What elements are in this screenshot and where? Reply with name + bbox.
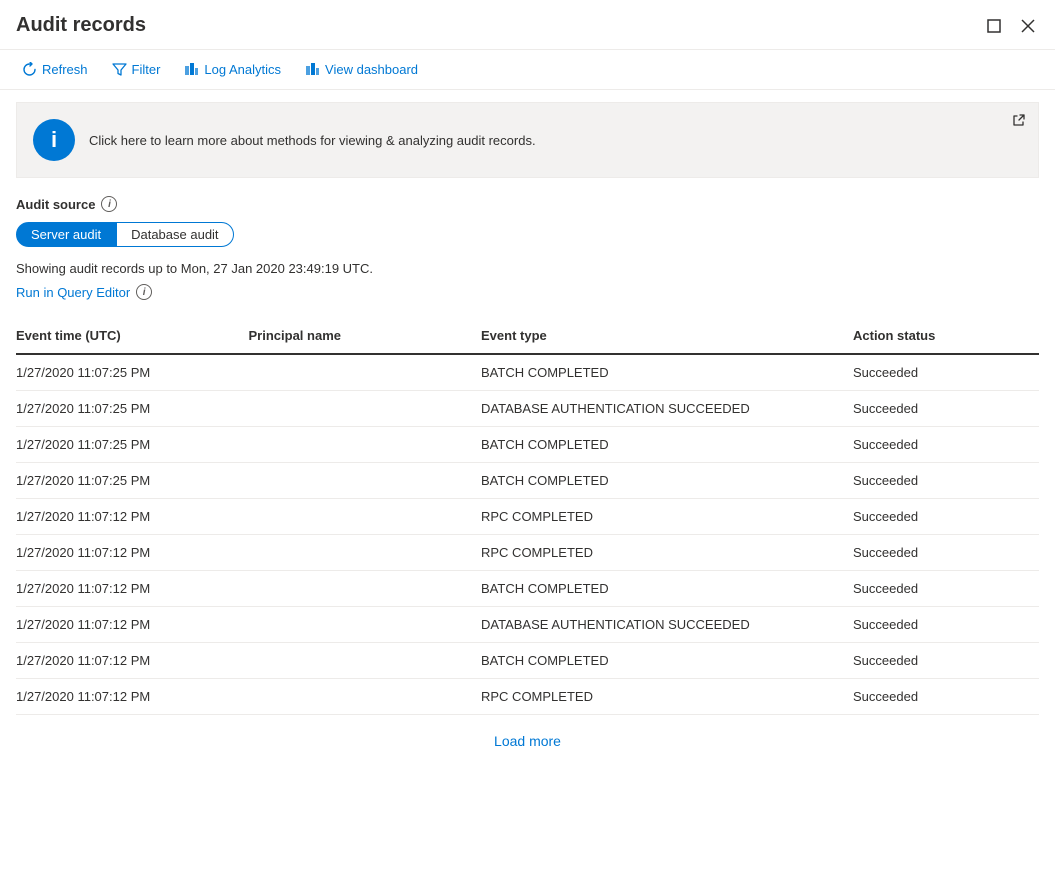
- cell-event-time: 1/27/2020 11:07:25 PM: [16, 463, 249, 499]
- table-header: Event time (UTC) Principal name Event ty…: [16, 320, 1039, 354]
- table-body: 1/27/2020 11:07:25 PM BATCH COMPLETED Su…: [16, 354, 1039, 715]
- cell-event-type: BATCH COMPLETED: [481, 571, 853, 607]
- filter-label: Filter: [132, 62, 161, 77]
- cell-principal: [249, 463, 482, 499]
- log-analytics-button[interactable]: Log Analytics: [174, 56, 291, 83]
- filter-button[interactable]: Filter: [102, 56, 171, 83]
- cell-action-status: Succeeded: [853, 427, 1039, 463]
- cell-event-time: 1/27/2020 11:07:12 PM: [16, 679, 249, 715]
- header-event-type: Event type: [481, 320, 853, 354]
- cell-event-time: 1/27/2020 11:07:12 PM: [16, 499, 249, 535]
- cell-event-type: BATCH COMPLETED: [481, 643, 853, 679]
- audit-source-label: Audit source i: [16, 196, 1039, 212]
- cell-event-time: 1/27/2020 11:07:12 PM: [16, 571, 249, 607]
- cell-event-type: BATCH COMPLETED: [481, 463, 853, 499]
- title-bar: Audit records: [0, 0, 1055, 50]
- cell-action-status: Succeeded: [853, 391, 1039, 427]
- cell-event-time: 1/27/2020 11:07:12 PM: [16, 607, 249, 643]
- cell-principal: [249, 607, 482, 643]
- table-row[interactable]: 1/27/2020 11:07:12 PM RPC COMPLETED Succ…: [16, 499, 1039, 535]
- table-row[interactable]: 1/27/2020 11:07:12 PM BATCH COMPLETED Su…: [16, 571, 1039, 607]
- cell-principal: [249, 535, 482, 571]
- cell-event-type: BATCH COMPLETED: [481, 427, 853, 463]
- header-action-status: Action status: [853, 320, 1039, 354]
- load-more-button[interactable]: Load more: [494, 733, 561, 749]
- showing-text: Showing audit records up to Mon, 27 Jan …: [16, 261, 1039, 276]
- log-analytics-icon: [184, 62, 199, 77]
- table-row[interactable]: 1/27/2020 11:07:25 PM BATCH COMPLETED Su…: [16, 427, 1039, 463]
- cell-event-type: BATCH COMPLETED: [481, 354, 853, 391]
- info-banner[interactable]: i Click here to learn more about methods…: [16, 102, 1039, 178]
- header-principal-name: Principal name: [249, 320, 482, 354]
- run-query-editor-link[interactable]: Run in Query Editor i: [16, 284, 1039, 300]
- cell-action-status: Succeeded: [853, 571, 1039, 607]
- cell-principal: [249, 499, 482, 535]
- table-row[interactable]: 1/27/2020 11:07:25 PM BATCH COMPLETED Su…: [16, 354, 1039, 391]
- cell-principal: [249, 571, 482, 607]
- maximize-button[interactable]: [983, 17, 1005, 35]
- cell-action-status: Succeeded: [853, 499, 1039, 535]
- table-row[interactable]: 1/27/2020 11:07:12 PM RPC COMPLETED Succ…: [16, 535, 1039, 571]
- header-event-time: Event time (UTC): [16, 320, 249, 354]
- close-button[interactable]: [1017, 17, 1039, 35]
- cell-action-status: Succeeded: [853, 643, 1039, 679]
- cell-event-time: 1/27/2020 11:07:12 PM: [16, 535, 249, 571]
- cell-event-type: DATABASE AUTHENTICATION SUCCEEDED: [481, 391, 853, 427]
- cell-principal: [249, 679, 482, 715]
- toolbar: Refresh Filter Log Analytics Vie: [0, 50, 1055, 90]
- main-content: i Click here to learn more about methods…: [0, 90, 1055, 850]
- info-banner-text: Click here to learn more about methods f…: [89, 133, 536, 148]
- load-more-container: Load more: [16, 715, 1039, 759]
- filter-icon: [112, 62, 127, 77]
- info-icon-circle: i: [33, 119, 75, 161]
- cell-event-type: RPC COMPLETED: [481, 535, 853, 571]
- external-link-icon[interactable]: [1012, 113, 1026, 130]
- cell-action-status: Succeeded: [853, 354, 1039, 391]
- cell-event-time: 1/27/2020 11:07:25 PM: [16, 391, 249, 427]
- table-row[interactable]: 1/27/2020 11:07:12 PM BATCH COMPLETED Su…: [16, 643, 1039, 679]
- title-bar-controls: [983, 17, 1039, 35]
- table-row[interactable]: 1/27/2020 11:07:12 PM DATABASE AUTHENTIC…: [16, 607, 1039, 643]
- view-dashboard-label: View dashboard: [325, 62, 418, 77]
- cell-event-type: RPC COMPLETED: [481, 679, 853, 715]
- info-icon-letter: i: [51, 127, 57, 153]
- refresh-button[interactable]: Refresh: [12, 56, 98, 83]
- page-title: Audit records: [16, 14, 146, 37]
- cell-event-time: 1/27/2020 11:07:25 PM: [16, 354, 249, 391]
- audit-source-info-icon[interactable]: i: [101, 196, 117, 212]
- cell-event-time: 1/27/2020 11:07:25 PM: [16, 427, 249, 463]
- view-dashboard-icon: [305, 62, 320, 77]
- cell-principal: [249, 643, 482, 679]
- cell-action-status: Succeeded: [853, 535, 1039, 571]
- cell-principal: [249, 354, 482, 391]
- query-editor-info-icon[interactable]: i: [136, 284, 152, 300]
- table-row[interactable]: 1/27/2020 11:07:12 PM RPC COMPLETED Succ…: [16, 679, 1039, 715]
- database-audit-tab[interactable]: Database audit: [116, 222, 233, 247]
- cell-event-type: RPC COMPLETED: [481, 499, 853, 535]
- cell-principal: [249, 391, 482, 427]
- refresh-icon: [22, 62, 37, 77]
- cell-action-status: Succeeded: [853, 679, 1039, 715]
- cell-event-type: DATABASE AUTHENTICATION SUCCEEDED: [481, 607, 853, 643]
- view-dashboard-button[interactable]: View dashboard: [295, 56, 428, 83]
- server-audit-tab[interactable]: Server audit: [16, 222, 116, 247]
- table-row[interactable]: 1/27/2020 11:07:25 PM BATCH COMPLETED Su…: [16, 463, 1039, 499]
- refresh-label: Refresh: [42, 62, 88, 77]
- cell-principal: [249, 427, 482, 463]
- table-row[interactable]: 1/27/2020 11:07:25 PM DATABASE AUTHENTIC…: [16, 391, 1039, 427]
- audit-source-toggle-group: Server audit Database audit: [16, 222, 1039, 247]
- log-analytics-label: Log Analytics: [204, 62, 281, 77]
- cell-action-status: Succeeded: [853, 463, 1039, 499]
- audit-table: Event time (UTC) Principal name Event ty…: [16, 320, 1039, 715]
- cell-event-time: 1/27/2020 11:07:12 PM: [16, 643, 249, 679]
- query-editor-label: Run in Query Editor: [16, 285, 130, 300]
- cell-action-status: Succeeded: [853, 607, 1039, 643]
